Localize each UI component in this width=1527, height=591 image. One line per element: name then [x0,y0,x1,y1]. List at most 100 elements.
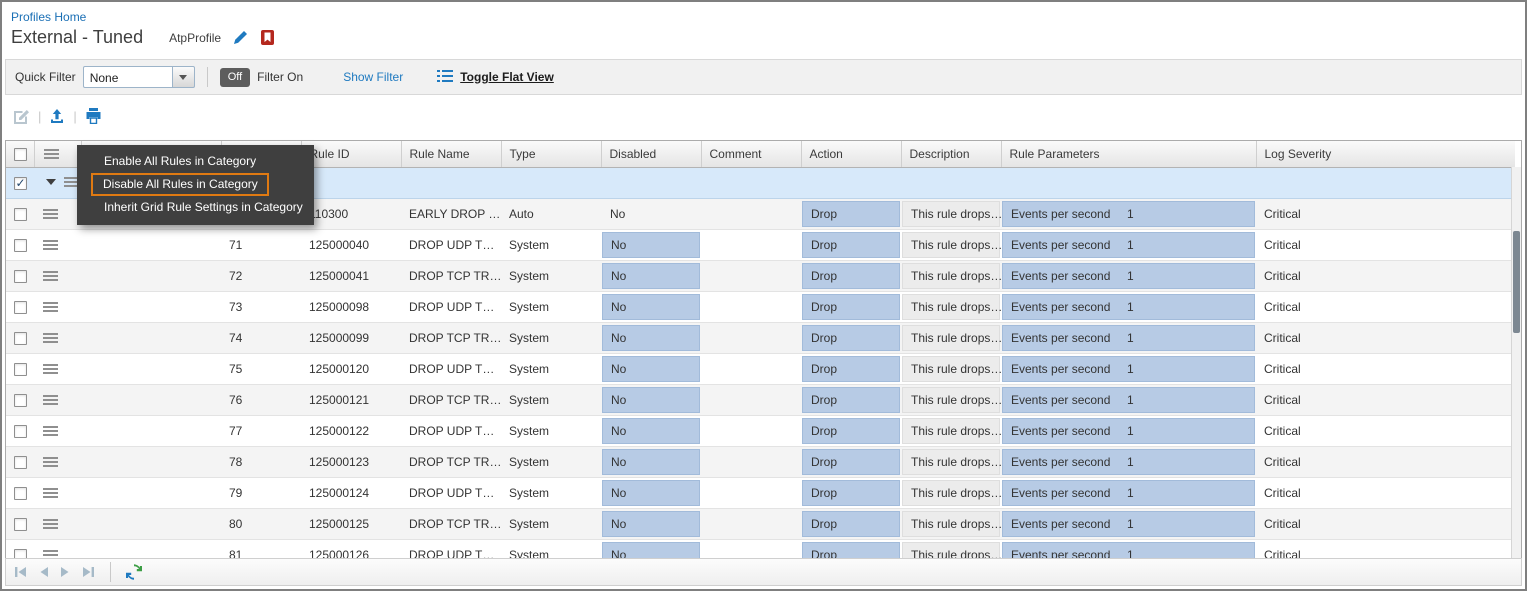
cell-action: Drop [801,508,901,539]
drag-handle-icon[interactable] [43,271,58,282]
cell-rule-name: DROP UDP T… [401,229,501,260]
drag-handle-icon[interactable] [43,457,58,468]
next-page-icon[interactable] [60,566,70,578]
col-rule-name[interactable]: Rule Name [401,141,501,167]
quick-filter-dropdown-button[interactable] [173,66,195,88]
cell-rule-name: DROP UDP T… [401,291,501,322]
drag-handle-icon[interactable] [43,395,58,406]
row-checkbox[interactable] [14,270,27,283]
col-action[interactable]: Action [801,141,901,167]
filter-toggle-button[interactable]: Off [220,68,250,87]
table-row[interactable]: 73 125000098 DROP UDP T… System No Drop … [6,291,1515,322]
col-description[interactable]: Description [901,141,1001,167]
row-checkbox[interactable] [14,301,27,314]
quick-filter-value[interactable]: None [83,66,173,88]
table-row[interactable]: 81 125000126 DROP UDP T… System No Drop … [6,539,1515,560]
drag-handle-icon[interactable] [43,519,58,530]
table-row[interactable]: 77 125000122 DROP UDP T… System No Drop … [6,415,1515,446]
cell-rule-parameters: Events per second1 [1001,198,1256,229]
col-type[interactable]: Type [501,141,601,167]
previous-page-icon[interactable] [39,566,49,578]
row-checkbox[interactable] [14,332,27,345]
context-menu: Enable All Rules in CategoryDisable All … [77,145,314,225]
col-log-severity[interactable]: Log Severity [1256,141,1515,167]
scrollbar-thumb[interactable] [1513,231,1520,333]
table-row[interactable]: 74 125000099 DROP TCP TR… System No Drop… [6,322,1515,353]
cell-disabled: No [601,415,701,446]
row-checkbox[interactable] [14,425,27,438]
row-checkbox[interactable] [14,456,27,469]
pagination-bar [5,558,1522,586]
toggle-flat-view-label[interactable]: Toggle Flat View [460,70,554,84]
drag-handle-icon[interactable] [43,333,58,344]
cell-description: This rule drops… [901,508,1001,539]
atp-profile-page: Profiles Home External - Tuned AtpProfil… [0,0,1527,591]
edit-rule-icon[interactable] [13,108,30,124]
cell-rule-name: DROP UDP T… [401,539,501,560]
context-menu-item[interactable]: Inherit Grid Rule Settings in Category [77,196,314,219]
cell-rule-name: DROP TCP TR… [401,446,501,477]
page-title: External - Tuned [11,27,143,48]
drag-handle-icon[interactable] [43,302,58,313]
drag-handle-icon[interactable] [43,209,58,220]
cell-rule-id: 125000121 [301,384,401,415]
vertical-scrollbar[interactable] [1511,167,1521,559]
print-icon[interactable] [85,108,102,124]
row-checkbox[interactable] [14,518,27,531]
table-row[interactable]: 79 125000124 DROP UDP T… System No Drop … [6,477,1515,508]
cell-disabled: No [601,508,701,539]
cell-rule-parameters: Events per second1 [1001,539,1256,560]
upload-icon[interactable] [49,108,65,124]
col-rule-parameters[interactable]: Rule Parameters [1001,141,1256,167]
cell-disabled: No [601,291,701,322]
edit-pencil-icon[interactable] [233,30,249,45]
row-checkbox[interactable] [14,239,27,252]
refresh-icon[interactable] [126,564,142,580]
collapse-caret-icon[interactable] [46,179,56,190]
select-all-checkbox[interactable] [14,148,27,161]
drag-handle-icon[interactable] [43,426,58,437]
col-comment[interactable]: Comment [701,141,801,167]
table-row[interactable]: 76 125000121 DROP TCP TR… System No Drop… [6,384,1515,415]
cell-comment [701,477,801,508]
flat-view-icon [437,69,453,86]
bookmark-icon[interactable] [261,30,274,45]
cell-category [81,229,221,260]
context-menu-item[interactable]: Disable All Rules in Category [91,173,269,196]
row-checkbox[interactable] [14,394,27,407]
cell-rule-name: DROP TCP TR… [401,322,501,353]
cell-action: Drop [801,291,901,322]
table-row[interactable]: 80 125000125 DROP TCP TR… System No Drop… [6,508,1515,539]
col-rule-id[interactable]: Rule ID [301,141,401,167]
drag-handle-icon[interactable] [43,488,58,499]
cell-category [81,291,221,322]
toggle-flat-view[interactable]: Toggle Flat View [437,69,554,86]
show-filter-link[interactable]: Show Filter [343,70,403,84]
cell-comment [701,260,801,291]
table-row[interactable]: 71 125000040 DROP UDP T… System No Drop … [6,229,1515,260]
row-checkbox[interactable] [14,487,27,500]
drag-handle-icon[interactable] [43,240,58,251]
row-checkbox[interactable] [14,208,27,221]
cell-rule-id: 125000099 [301,322,401,353]
cell-disabled: No [601,260,701,291]
breadcrumb[interactable]: Profiles Home [11,10,86,24]
cell-category [81,508,221,539]
grid-toolbar: | | [13,108,102,124]
table-row[interactable]: 75 125000120 DROP UDP T… System No Drop … [6,353,1515,384]
table-row[interactable]: 72 125000041 DROP TCP TR… System No Drop… [6,260,1515,291]
table-row[interactable]: 78 125000123 DROP TCP TR… System No Drop… [6,446,1515,477]
cell-description: This rule drops… [901,229,1001,260]
row-checkbox[interactable] [14,363,27,376]
divider [110,562,111,582]
last-page-icon[interactable] [81,566,95,578]
cell-description: This rule drops… [901,291,1001,322]
quick-filter-combobox[interactable]: None [83,66,195,88]
cell-action: Drop [801,477,901,508]
first-page-icon[interactable] [14,566,28,578]
drag-handle-icon[interactable] [43,364,58,375]
category-row-checkbox[interactable] [14,177,27,190]
col-disabled[interactable]: Disabled [601,141,701,167]
cell-log-severity: Critical [1256,539,1515,560]
context-menu-item[interactable]: Enable All Rules in Category [77,150,314,173]
